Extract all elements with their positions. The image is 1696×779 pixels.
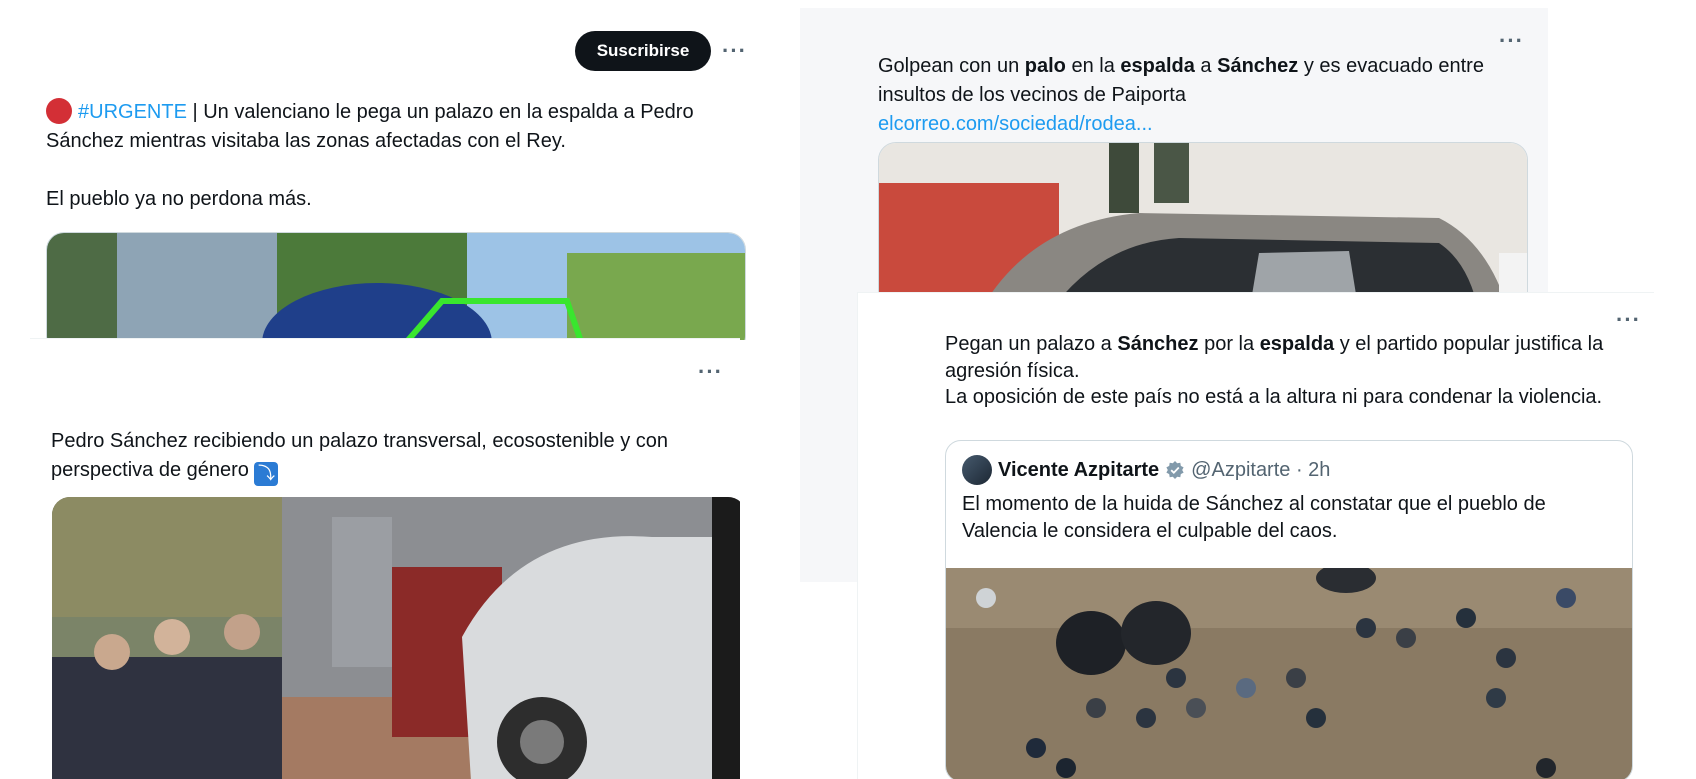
tweet-text: Golpean con un palo en la espalda a Sánc… bbox=[878, 52, 1538, 139]
tweet-text-part: a bbox=[1194, 55, 1218, 77]
tweet-text-part: por la bbox=[1198, 333, 1260, 355]
tweet-text-part: Pegan un palazo a bbox=[945, 333, 1118, 355]
video-frame-image bbox=[52, 497, 740, 779]
link-card-image[interactable] bbox=[878, 142, 1528, 314]
tweet-text-body: Pedro Sánchez recibiendo un palazo trans… bbox=[51, 430, 669, 481]
tweet-text: #URGENTE | Un valenciano le pega un pala… bbox=[46, 98, 736, 214]
quoted-author-handle: @Azpitarte · 2h bbox=[1191, 458, 1331, 481]
hashtag-link[interactable]: #URGENTE bbox=[78, 101, 187, 123]
arrow-down-right-emoji-icon: ⤵ bbox=[254, 462, 279, 486]
tweet-card-urgente: Suscribirse ··· #URGENTE | Un valenciano… bbox=[0, 0, 760, 340]
tweet-text-bold: espalda bbox=[1259, 333, 1335, 355]
tweet-video-thumbnail[interactable] bbox=[52, 497, 740, 779]
tweet-text: Pedro Sánchez recibiendo un palazo trans… bbox=[51, 427, 711, 486]
quoted-tweet-header: Vicente Azpitarte @Azpitarte · 2h bbox=[962, 455, 1330, 485]
subscribe-button[interactable]: Suscribirse bbox=[575, 31, 711, 71]
more-options-icon[interactable]: ··· bbox=[722, 40, 747, 62]
quoted-tweet-image[interactable] bbox=[946, 568, 1632, 779]
tweet-card-partido-popular: ··· Pegan un palazo a Sánchez por la esp… bbox=[857, 292, 1654, 779]
article-link[interactable]: elcorreo.com/sociedad/rodea... bbox=[878, 113, 1153, 135]
tweet-text-part: Golpean con un bbox=[878, 55, 1025, 77]
quoted-author-name[interactable]: Vicente Azpitarte bbox=[998, 459, 1159, 482]
tweet-text-part: en la bbox=[1065, 55, 1121, 77]
more-options-icon[interactable]: ··· bbox=[1616, 309, 1641, 331]
car-damage-image bbox=[879, 143, 1527, 313]
tweet-text: Pegan un palazo a Sánchez por la espalda… bbox=[945, 331, 1645, 411]
tweet-text-line: El pueblo ya no perdona más. bbox=[46, 188, 312, 210]
aerial-crowd-image bbox=[946, 568, 1632, 779]
tweet-text-part: La oposición de este país no está a la a… bbox=[945, 386, 1603, 408]
video-frame-image bbox=[47, 233, 745, 340]
more-options-icon[interactable]: ··· bbox=[1499, 30, 1524, 52]
tweet-text-bold: espalda bbox=[1120, 55, 1195, 77]
quoted-tweet-text: El momento de la huida de Sánchez al con… bbox=[962, 493, 1546, 542]
tweet-text-bold: Sánchez bbox=[1217, 55, 1299, 77]
red-circle-emoji-icon bbox=[46, 98, 72, 124]
avatar[interactable] bbox=[962, 455, 992, 485]
tweet-text-bold: palo bbox=[1024, 55, 1066, 77]
more-options-icon[interactable]: ··· bbox=[698, 361, 723, 383]
quoted-tweet[interactable]: Vicente Azpitarte @Azpitarte · 2h El mom… bbox=[945, 440, 1633, 779]
verified-badge-icon bbox=[1166, 461, 1184, 479]
tweet-video-thumbnail[interactable] bbox=[46, 232, 746, 340]
tweet-card-palazo-transversal: ··· Pedro Sánchez recibiendo un palazo t… bbox=[30, 338, 740, 779]
tweet-text-bold: Sánchez bbox=[1117, 333, 1199, 355]
